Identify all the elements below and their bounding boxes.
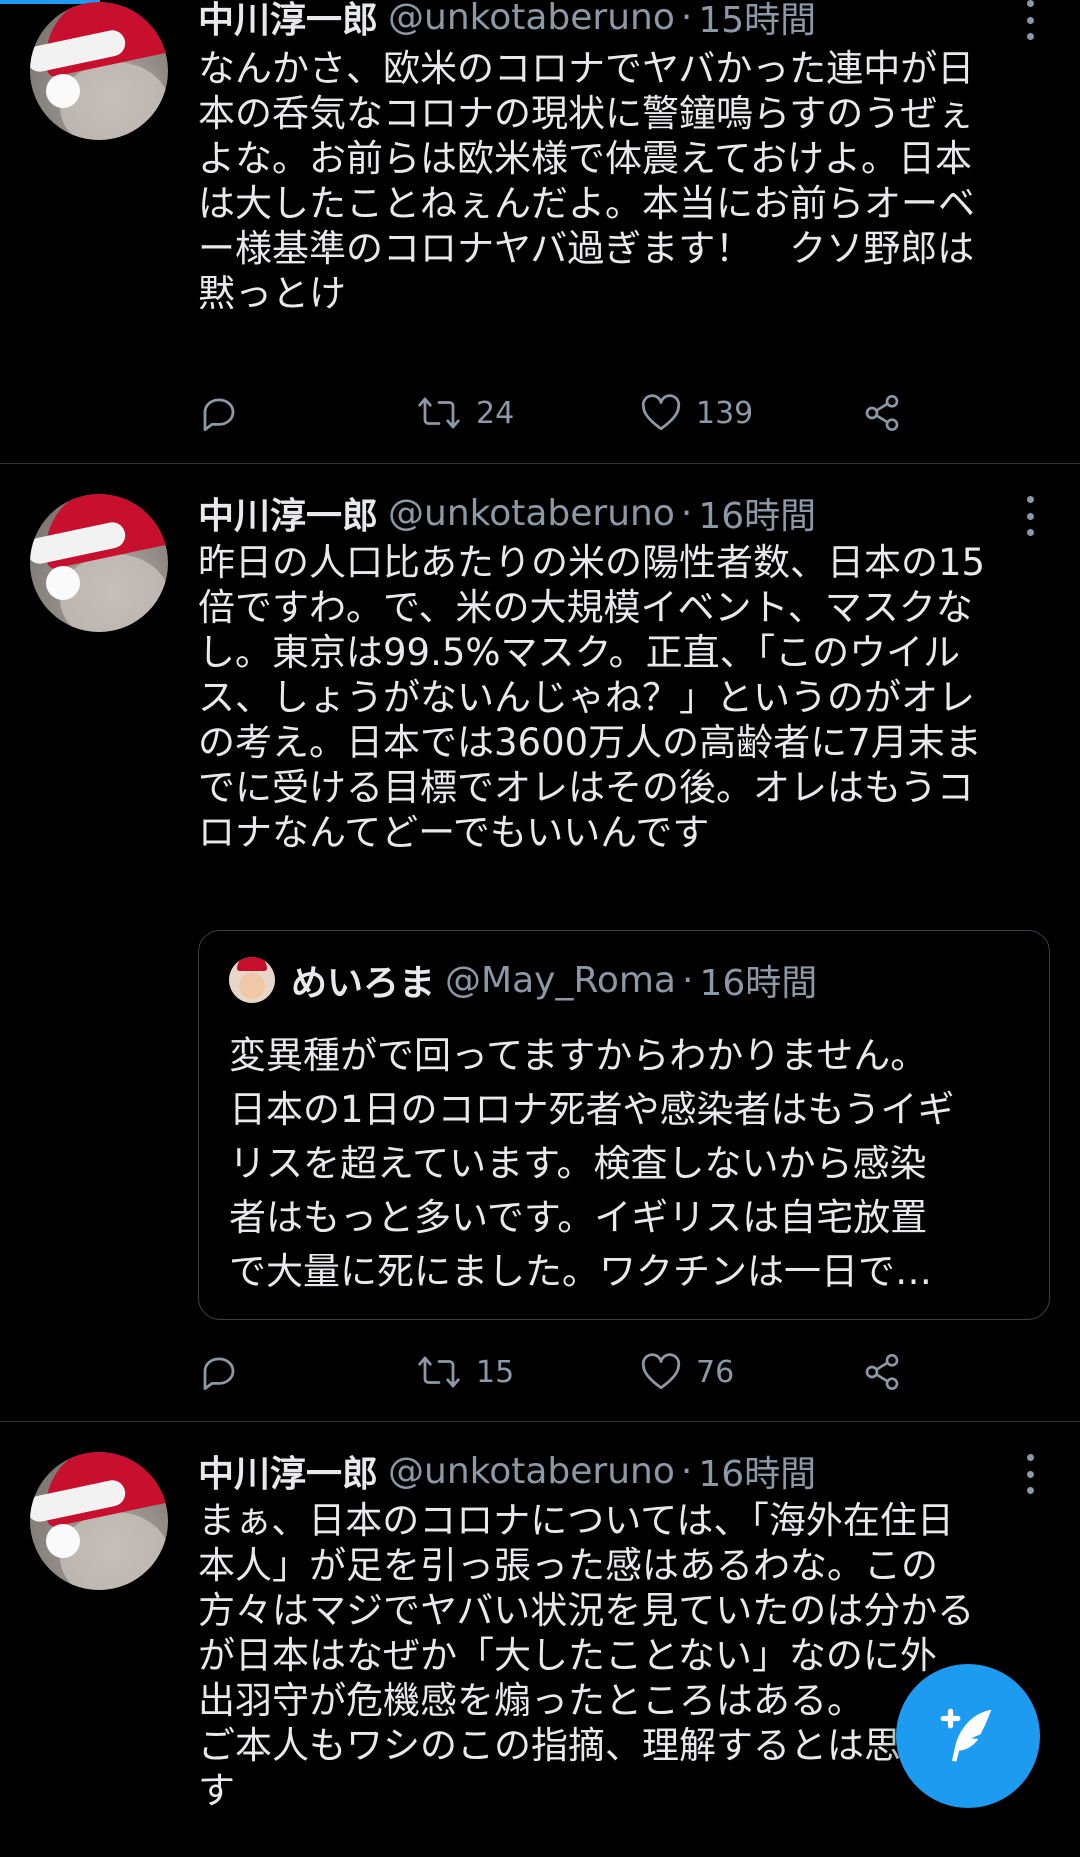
- tweet-line: 黙っとけ: [198, 272, 346, 315]
- tweet-line: は大したことねぇんだよ。本当にお前らオーベ: [198, 182, 975, 225]
- share-button[interactable]: [862, 388, 902, 438]
- quoted-line: 者はもっと多いです。イギリスは自宅放置: [229, 1196, 928, 1239]
- tweet-1[interactable]: 中川淳一郎 @unkotaberuno · 15時間 なんかさ、欧米のコロナでヤ…: [0, 0, 1080, 463]
- quoted-author-name: めいろま: [291, 963, 436, 1004]
- quoted-time: 16時間: [699, 963, 818, 1004]
- author-handle[interactable]: @unkotaberuno: [388, 493, 675, 534]
- avatar[interactable]: [30, 1452, 168, 1590]
- tweet-2[interactable]: 中川淳一郎 @unkotaberuno · 16時間 昨日の人口比あたりの米の陽…: [0, 464, 1080, 1420]
- retweet-button[interactable]: 24: [416, 388, 514, 438]
- share-button[interactable]: [862, 1347, 902, 1397]
- avatar[interactable]: [30, 2, 168, 140]
- tweet-line: まぁ、日本のコロナについては、「海外在住日: [198, 1499, 954, 1542]
- quoted-header: めいろま @May_Roma · 16時間: [291, 957, 818, 1005]
- tweet-line: ス、しょうがないんじゃね？」というのがオレ: [198, 676, 975, 719]
- tweet-line: の考え。日本では3600万人の高齢者に7月末ま: [198, 721, 982, 764]
- author-handle[interactable]: @unkotaberuno: [388, 1451, 675, 1492]
- tweet-time[interactable]: 16時間: [698, 487, 816, 539]
- more-vertical-icon[interactable]: [1020, 0, 1040, 40]
- tweet-line: ロナなんてどーでもいいんです: [198, 811, 710, 854]
- reply-button[interactable]: [198, 1347, 240, 1397]
- tweet-line: よな。お前らは欧米様で体震えておけよ。日本: [198, 137, 973, 180]
- author-handle[interactable]: @unkotaberuno: [388, 0, 675, 38]
- more-vertical-icon[interactable]: [1020, 496, 1040, 536]
- tweet-line: 本人」が足を引っ張った感はあるわな。この: [198, 1544, 938, 1587]
- heart-icon: [641, 394, 681, 431]
- share-icon: [865, 395, 899, 431]
- tweet-3[interactable]: 中川淳一郎 @unkotaberuno · 16時間 まぁ、日本のコロナについて…: [0, 1422, 1080, 1857]
- tweet-line: 昨日の人口比あたりの米の陽性者数、日本の15: [198, 541, 986, 584]
- tweet-line: ー様基準のコロナヤバ過ぎます！ クソ野郎は: [198, 227, 975, 270]
- reply-icon: [203, 398, 235, 432]
- like-button[interactable]: 76: [640, 1347, 734, 1397]
- compose-tweet-button[interactable]: [896, 1664, 1040, 1808]
- tweet-line: が日本はなぜか「大したことない」なのに外: [198, 1634, 937, 1677]
- quoted-line: 日本の1日のコロナ死者や感染者はもうイギ: [229, 1088, 955, 1131]
- quoted-tweet[interactable]: めいろま @May_Roma · 16時間 変異種がで回ってますからわかりません…: [198, 930, 1050, 1320]
- retweet-count: 24: [476, 395, 515, 431]
- tweet-line: なんかさ、欧米のコロナでヤバかった連中が日: [198, 47, 975, 90]
- author-name[interactable]: 中川淳一郎: [198, 487, 378, 539]
- like-count: 139: [696, 395, 754, 431]
- reply-icon: [203, 1357, 235, 1391]
- retweet-button[interactable]: 15: [416, 1347, 514, 1397]
- quoted-line: 変異種がで回ってますからわかりません。: [229, 1034, 928, 1077]
- tweet-line: 倍ですわ。で、米の大規模イベント、マスクな: [198, 586, 973, 629]
- quoted-author-handle: @May_Roma: [445, 959, 676, 1001]
- avatar[interactable]: [30, 494, 168, 632]
- quoted-text: 変異種がで回ってますからわかりません。 日本の1日のコロナ死者や感染者はもうイギ…: [229, 1029, 1029, 1299]
- tweet-line: 方々はマジでヤバい状況を見ていたのは分かる: [198, 1589, 975, 1632]
- tweet-time[interactable]: 16時間: [698, 1445, 816, 1497]
- retweet-count: 15: [476, 1354, 515, 1390]
- tweet-header: 中川淳一郎 @unkotaberuno · 16時間: [198, 1445, 816, 1497]
- quoted-line: リスを超えています。検査しないから感染: [229, 1142, 927, 1185]
- reply-button[interactable]: [198, 388, 240, 438]
- like-button[interactable]: 139: [640, 388, 753, 438]
- heart-icon: [641, 1353, 681, 1390]
- tweet-text: 昨日の人口比あたりの米の陽性者数、日本の15 倍ですわ。で、米の大規模イベント、…: [198, 540, 1048, 855]
- tweet-line: し。東京は99.5%マスク。正直、「このウイル: [198, 631, 961, 674]
- tweet-text: なんかさ、欧米のコロナでヤバかった連中が日 本の呑気なコロナの現状に警鐘鳴らすの…: [198, 46, 1048, 316]
- tweet-line: 本の呑気なコロナの現状に警鐘鳴らすのうぜぇ: [198, 92, 975, 135]
- quoted-avatar: [229, 957, 275, 1003]
- tweet-line: でに受ける目標でオレはその後。オレはもうコ: [198, 766, 974, 809]
- tweet-header: 中川淳一郎 @unkotaberuno · 16時間: [198, 487, 816, 539]
- quoted-line: で大量に死にました。ワクチンは一日で…: [229, 1250, 932, 1293]
- more-vertical-icon[interactable]: [1020, 1454, 1040, 1494]
- author-name[interactable]: 中川淳一郎: [198, 1445, 378, 1497]
- like-count: 76: [696, 1354, 735, 1390]
- compose-tweet-icon: [940, 1708, 992, 1762]
- tweet-header: 中川淳一郎 @unkotaberuno · 15時間: [198, 0, 816, 43]
- retweet-icon: [418, 397, 460, 429]
- retweet-icon: [418, 1356, 460, 1388]
- author-name[interactable]: 中川淳一郎: [198, 0, 378, 43]
- share-icon: [865, 1354, 899, 1390]
- tweet-time[interactable]: 15時間: [698, 0, 816, 43]
